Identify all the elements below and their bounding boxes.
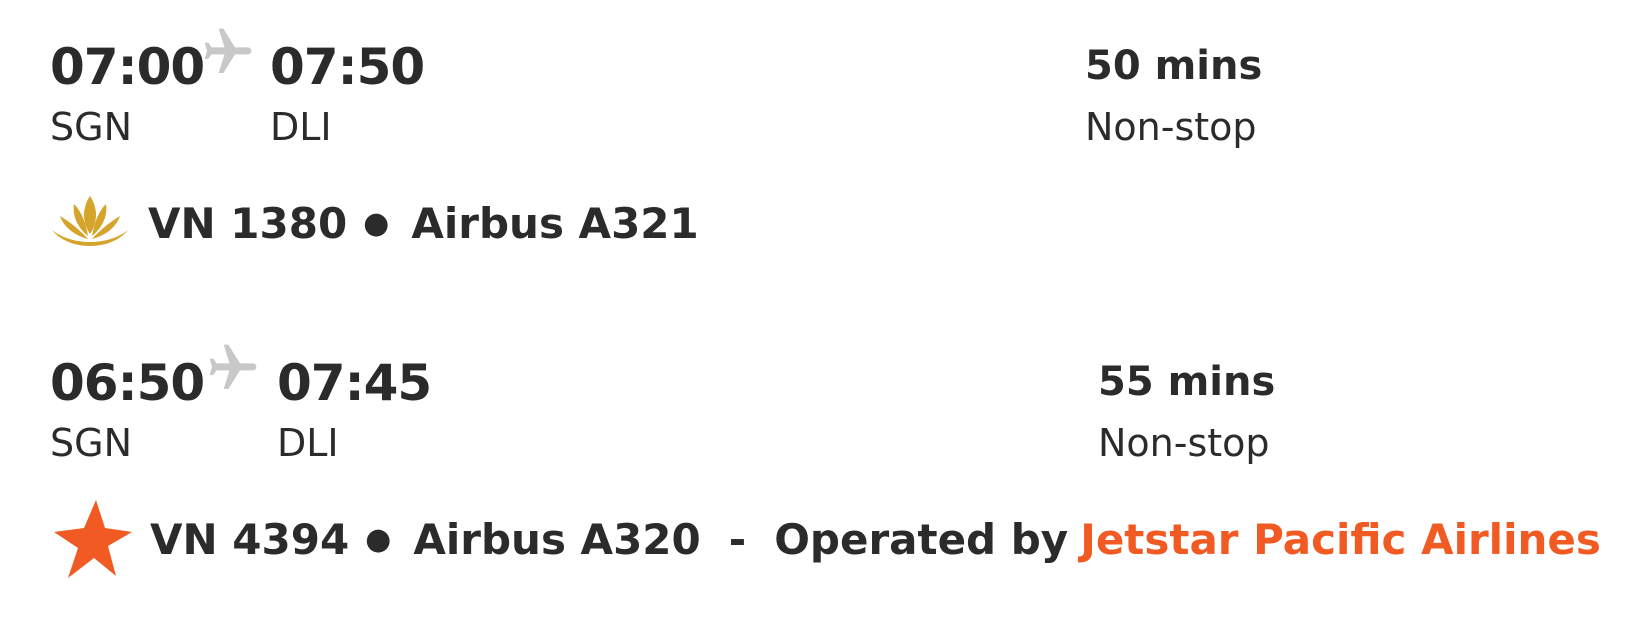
flight-duration: 55 mins <box>1098 359 1276 405</box>
arrive-time: 07:50 <box>270 38 425 96</box>
arrive-airport-code: DLI <box>270 105 332 149</box>
operated-by-label: Operated by <box>774 515 1069 564</box>
aircraft-type: Airbus A321 <box>411 199 699 248</box>
flight-detail-row: VN 4394 ● Airbus A320 - Operated by Jets… <box>50 498 1601 582</box>
flight-detail-row: VN 1380 ● Airbus A321 <box>48 182 699 266</box>
arrive-airport-code: DLI <box>277 421 339 465</box>
flight-number: VN 1380 <box>148 199 348 248</box>
flight-number: VN 4394 <box>150 515 350 564</box>
plane-icon <box>209 344 257 389</box>
operator-name: Jetstar Pacific Airlines <box>1080 515 1601 564</box>
flight-stops: Non-stop <box>1085 105 1257 149</box>
arrive-time: 07:45 <box>277 354 432 412</box>
bullet-separator: ● <box>363 206 390 241</box>
aircraft-type: Airbus A320 <box>413 515 701 564</box>
bullet-separator: ● <box>365 522 392 557</box>
depart-airport-code: SGN <box>50 421 132 465</box>
flight-stops: Non-stop <box>1098 421 1270 465</box>
flight-card[interactable]: 07:00 07:50 SGN DLI 50 mins Non-stop VN … <box>0 0 1630 300</box>
flight-results: 07:00 07:50 SGN DLI 50 mins Non-stop VN … <box>0 0 1630 632</box>
vietnam-airlines-lotus-icon <box>52 196 128 246</box>
dash-separator: - <box>728 515 747 564</box>
plane-icon <box>204 28 252 73</box>
depart-time: 07:00 <box>50 38 205 96</box>
depart-time: 06:50 <box>50 354 205 412</box>
depart-airport-code: SGN <box>50 105 132 149</box>
flight-duration: 50 mins <box>1085 43 1263 89</box>
jetstar-star-icon <box>54 500 132 578</box>
flight-card[interactable]: 06:50 07:45 SGN DLI 55 mins Non-stop VN … <box>0 330 1630 630</box>
